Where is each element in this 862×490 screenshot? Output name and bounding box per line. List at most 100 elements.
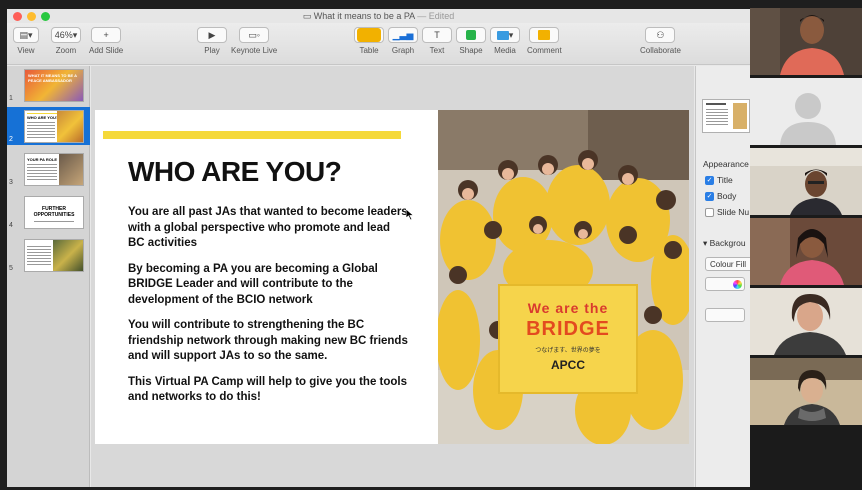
keynote-window: ▭ What it means to be a PA — Edited ▤▾ V… xyxy=(7,9,750,487)
slide-thumbnail[interactable]: WHAT IT MEANS TO BE A PEACE AMBASSADOR 1 xyxy=(7,66,90,104)
slide-thumbnail[interactable]: FURTHER OPPORTUNITIES 4 xyxy=(7,193,90,231)
zoom-select[interactable]: 46% ▾ Zoom xyxy=(51,27,81,55)
participant-1-feed xyxy=(750,8,862,75)
title-option-label: Title xyxy=(717,175,733,185)
title-accent-bar xyxy=(103,131,401,139)
checkbox-empty-icon xyxy=(705,207,714,217)
table-label: Table xyxy=(359,46,379,55)
graph-button[interactable]: ▁▃▅ Graph xyxy=(388,27,418,55)
colour-wheel-icon xyxy=(733,280,742,289)
banner-line-4: APCC xyxy=(550,358,585,372)
zoom-value: 46% ▾ xyxy=(51,27,81,43)
slide-number: 2 xyxy=(9,136,13,143)
graph-label: Graph xyxy=(391,46,415,55)
zoom-label: Zoom xyxy=(55,46,77,55)
document-title: What it means to be a PA xyxy=(313,11,415,21)
slide-number: 5 xyxy=(9,265,13,272)
graph-icon: ▁▃▅ xyxy=(388,27,418,43)
window-title: ▭ What it means to be a PA — Edited xyxy=(7,11,750,22)
slide-thumbnail[interactable]: YOUR PA ROLE 3 xyxy=(7,150,90,188)
play-icon: ▶ xyxy=(197,27,227,43)
background-image-field[interactable] xyxy=(705,308,745,322)
format-inspector: Appearance ✓ Title ✓ Body Slide Nu ▾ Backg… xyxy=(695,66,750,487)
slide-4-preview: FURTHER OPPORTUNITIES xyxy=(24,196,84,229)
layout-preview[interactable] xyxy=(702,99,750,133)
edited-status: — Edited xyxy=(417,11,455,21)
text-icon: T xyxy=(422,27,452,43)
text-button[interactable]: T Text xyxy=(422,27,452,55)
slide-4-heading: FURTHER OPPORTUNITIES xyxy=(33,206,75,218)
video-gallery xyxy=(750,8,862,490)
slide-thumbnail-selected[interactable]: WHO ARE YOU? 2 xyxy=(7,107,90,145)
we-are-the-bridge-banner: We are the BRIDGE つなげます、世界の夢を APCC xyxy=(498,284,638,394)
document-icon: ▭ xyxy=(302,11,314,21)
slide-2-preview: WHO ARE YOU? xyxy=(24,110,84,143)
slide-1-preview: WHAT IT MEANS TO BE A PEACE AMBASSADOR xyxy=(24,69,84,102)
slide-1-heading: WHAT IT MEANS TO BE A PEACE AMBASSADOR xyxy=(28,73,77,83)
checkmark-icon: ✓ xyxy=(705,191,714,201)
keynote-live-icon: ▭◦ xyxy=(239,27,270,43)
zoom-value-text: 46% xyxy=(54,30,73,40)
slide-5-preview xyxy=(24,239,84,272)
participant-video[interactable] xyxy=(750,8,862,75)
appearance-heading: Appearance xyxy=(703,159,749,169)
slide-canvas[interactable]: WHO ARE YOU? You are all past JAs that w… xyxy=(91,66,694,487)
background-heading[interactable]: ▾ Backgrou xyxy=(703,238,746,249)
play-button[interactable]: ▶ Play xyxy=(197,27,227,55)
title-checkbox[interactable]: ✓ Title xyxy=(705,175,733,185)
keynote-live-label: Keynote Live xyxy=(231,46,278,55)
current-slide[interactable]: WHO ARE YOU? You are all past JAs that w… xyxy=(95,110,689,444)
slide-number-option-label: Slide Nu xyxy=(717,207,750,217)
table-icon xyxy=(354,27,384,43)
shape-label: Shape xyxy=(459,46,483,55)
slide-number: 3 xyxy=(9,179,13,186)
slide-number: 1 xyxy=(9,95,13,102)
background-heading-label: Backgrou xyxy=(709,238,746,248)
shape-icon xyxy=(456,27,486,43)
text-label: Text xyxy=(429,46,445,55)
participant-video[interactable] xyxy=(750,218,862,285)
slide-body-text[interactable]: You are all past JAs that wanted to beco… xyxy=(128,205,408,416)
media-label: Media xyxy=(494,46,516,55)
table-button[interactable]: Table xyxy=(354,27,384,55)
group-photo[interactable]: We are the BRIDGE つなげます、世界の夢を APCC xyxy=(438,110,689,444)
toolbar: ▤▾ View 46% ▾ Zoom + Add Slide ▶ Play ▭◦ … xyxy=(7,23,750,65)
colour-well[interactable] xyxy=(705,277,745,291)
participant-video[interactable] xyxy=(750,288,862,355)
view-icon: ▤▾ xyxy=(13,27,39,43)
fill-type-dropdown[interactable]: Colour Fill xyxy=(705,257,750,271)
body-paragraph: By becoming a PA you are becoming a Glob… xyxy=(128,262,378,306)
body-paragraph: You are all past JAs that wanted to beco… xyxy=(128,206,408,249)
slide-thumbnail[interactable]: 5 xyxy=(7,236,90,274)
slide-title[interactable]: WHO ARE YOU? xyxy=(128,156,342,188)
view-label: View xyxy=(17,46,35,55)
collaborate-label: Collaborate xyxy=(640,46,681,55)
collaborate-button[interactable]: ⚇ Collaborate xyxy=(640,27,681,55)
banner-line-3: つなげます、世界の夢を xyxy=(535,348,601,354)
slide-navigator: WHAT IT MEANS TO BE A PEACE AMBASSADOR 1… xyxy=(7,66,90,487)
add-slide-label: Add Slide xyxy=(89,46,124,55)
keynote-live-button[interactable]: ▭◦ Keynote Live xyxy=(231,27,277,55)
participant-5-feed xyxy=(750,288,862,355)
body-paragraph: This Virtual PA Camp will help to give y… xyxy=(128,375,408,404)
slide-number: 4 xyxy=(9,222,13,229)
banner-line-1: We are the xyxy=(527,300,609,316)
comment-label: Comment xyxy=(527,46,562,55)
participant-6-feed xyxy=(750,358,862,425)
participant-3-feed xyxy=(750,148,862,215)
shape-button[interactable]: Shape xyxy=(456,27,486,55)
media-icon: ▾ xyxy=(490,27,520,43)
media-button[interactable]: ▾ Media xyxy=(490,27,520,55)
view-button[interactable]: ▤▾ View xyxy=(13,27,39,55)
slide-number-checkbox[interactable]: Slide Nu xyxy=(705,207,749,217)
collaborate-icon: ⚇ xyxy=(645,27,676,43)
checkmark-icon: ✓ xyxy=(705,175,714,185)
slide-3-preview: YOUR PA ROLE xyxy=(24,153,84,186)
add-slide-button[interactable]: + Add Slide xyxy=(89,27,123,55)
participant-video[interactable] xyxy=(750,78,862,145)
participant-video[interactable] xyxy=(750,358,862,425)
body-checkbox[interactable]: ✓ Body xyxy=(705,191,736,201)
comment-button[interactable]: Comment xyxy=(527,27,562,55)
plus-icon: + xyxy=(91,27,122,43)
participant-video[interactable] xyxy=(750,148,862,215)
